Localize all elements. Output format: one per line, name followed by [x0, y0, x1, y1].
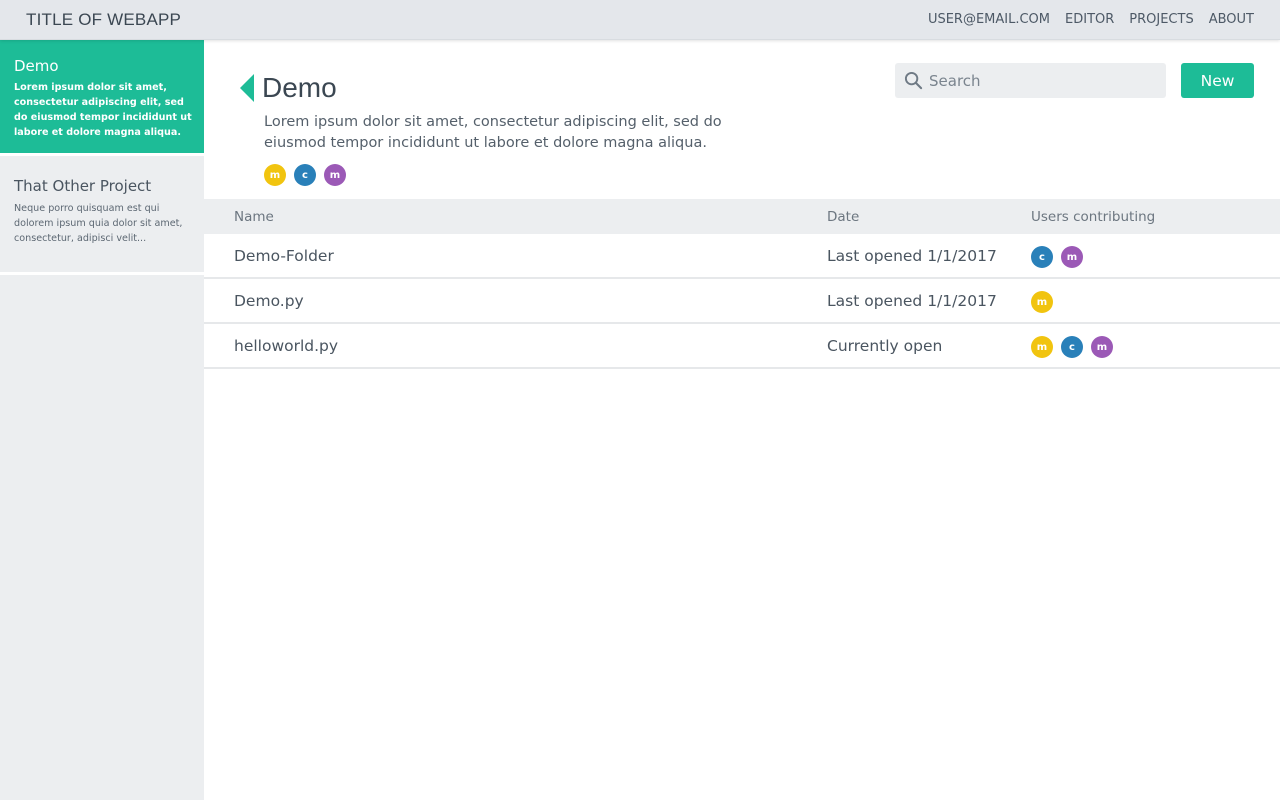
users-contributing: m	[1031, 291, 1053, 313]
table-row[interactable]: Demo.py Last opened 1/1/2017 m	[204, 279, 1280, 324]
search-box[interactable]	[895, 63, 1166, 98]
avatar[interactable]: c	[1061, 336, 1083, 358]
file-date: Last opened 1/1/2017	[827, 247, 997, 265]
top-bar: TITLE OF WEBAPP USER@EMAIL.COM EDITOR PR…	[0, 0, 1280, 40]
avatar[interactable]: m	[1061, 246, 1083, 268]
file-name[interactable]: helloworld.py	[234, 337, 338, 355]
nav-about[interactable]: ABOUT	[1209, 12, 1254, 27]
avatar[interactable]: m	[1031, 336, 1053, 358]
table-header: Name Date Users contributing	[204, 199, 1280, 234]
table-row[interactable]: Demo-Folder Last opened 1/1/2017 c m	[204, 234, 1280, 279]
avatar[interactable]: m	[1031, 291, 1053, 313]
users-contributing: c m	[1031, 246, 1083, 268]
users-contributing: m c m	[1031, 336, 1113, 358]
nav-editor[interactable]: EDITOR	[1065, 12, 1114, 27]
file-name[interactable]: Demo-Folder	[234, 247, 334, 265]
page-description: Lorem ipsum dolor sit amet, consectetur …	[264, 114, 722, 151]
top-nav: USER@EMAIL.COM EDITOR PROJECTS ABOUT	[928, 12, 1254, 27]
sidebar-project-title: That Other Project	[14, 177, 152, 195]
new-button[interactable]: New	[1181, 63, 1254, 98]
avatar[interactable]: c	[294, 164, 316, 186]
main-content: Demo Lorem ipsum dolor sit amet, consect…	[204, 40, 1280, 800]
sidebar-project-description: Neque porro quisquam est qui dolorem ips…	[14, 203, 183, 244]
sidebar-project-demo[interactable]: Demo Lorem ipsum dolor sit amet, consect…	[0, 40, 204, 156]
column-header-name[interactable]: Name	[234, 209, 274, 225]
page-title: Demo	[262, 72, 337, 103]
sidebar-project-other[interactable]: That Other Project Neque porro quisquam …	[0, 159, 204, 275]
sidebar: Demo Lorem ipsum dolor sit amet, consect…	[0, 40, 204, 800]
file-date: Currently open	[827, 337, 943, 355]
search-icon	[904, 71, 923, 90]
sidebar-project-title: Demo	[14, 57, 59, 75]
app-title[interactable]: TITLE OF WEBAPP	[26, 10, 181, 30]
project-avatars: m c m	[264, 164, 346, 186]
back-arrow-icon[interactable]	[240, 74, 254, 102]
avatar[interactable]: m	[324, 164, 346, 186]
file-date: Last opened 1/1/2017	[827, 292, 997, 310]
column-header-users[interactable]: Users contributing	[1031, 209, 1155, 225]
column-header-date[interactable]: Date	[827, 209, 859, 225]
nav-user-email[interactable]: USER@EMAIL.COM	[928, 12, 1050, 27]
avatar[interactable]: m	[264, 164, 286, 186]
file-name[interactable]: Demo.py	[234, 292, 304, 310]
nav-projects[interactable]: PROJECTS	[1129, 12, 1193, 27]
search-input[interactable]	[929, 63, 1159, 98]
table-row[interactable]: helloworld.py Currently open m c m	[204, 324, 1280, 369]
avatar[interactable]: m	[1091, 336, 1113, 358]
sidebar-project-description: Lorem ipsum dolor sit amet, consectetur …	[14, 82, 192, 138]
avatar[interactable]: c	[1031, 246, 1053, 268]
files-table: Name Date Users contributing Demo-Folder…	[204, 199, 1280, 369]
